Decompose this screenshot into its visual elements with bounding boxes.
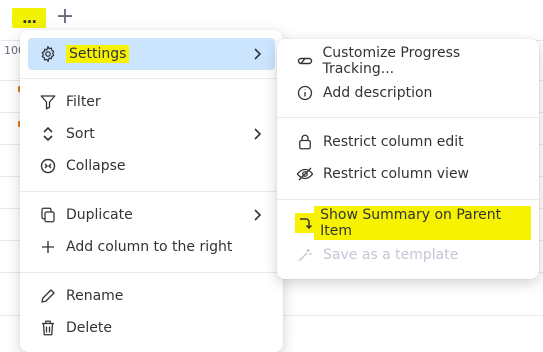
menu-item-label: Filter [66, 94, 101, 110]
submenu-item-save-template: Save as a template [285, 239, 531, 271]
submenu-item-label: Restrict column edit [323, 134, 464, 150]
plus-icon [38, 237, 58, 257]
submenu-item-label: Show Summary on Parent Item [314, 206, 531, 240]
menu-item-collapse[interactable]: Collapse [28, 150, 275, 182]
submenu-item-label: Customize Progress Tracking... [322, 45, 461, 77]
menu-separator [20, 191, 283, 192]
menu-item-filter[interactable]: Filter [28, 86, 275, 118]
collapse-icon [38, 156, 58, 176]
menu-item-delete[interactable]: Delete [28, 312, 275, 344]
duplicate-icon [38, 205, 58, 225]
menu-item-label: Add column to the right [66, 239, 233, 255]
column-menu-button[interactable]: ... [12, 8, 46, 28]
menu-item-add-column-right[interactable]: Add column to the right [28, 231, 275, 263]
submenu-item-label: Save as a template [323, 247, 459, 263]
menu-separator [20, 272, 283, 273]
filter-icon [38, 92, 58, 112]
summary-arrow-icon [295, 213, 315, 233]
menu-item-rename[interactable]: Rename [28, 280, 275, 312]
chevron-right-icon [249, 207, 265, 223]
submenu-item-show-summary[interactable]: Show Summary on Parent Item [285, 206, 531, 240]
chevron-right-icon [249, 46, 265, 62]
lock-icon [295, 132, 315, 152]
magic-wand-icon [295, 245, 315, 265]
add-column-button[interactable]: + [55, 5, 75, 29]
submenu-item-restrict-edit[interactable]: Restrict column edit [285, 126, 531, 158]
gear-icon [38, 44, 58, 64]
submenu-item-customize-progress[interactable]: Customize Progress Tracking... [285, 45, 531, 77]
column-context-menu: Settings Filter Sort Collapse Duplicate [20, 30, 283, 352]
chevron-right-icon [249, 126, 265, 142]
info-icon [295, 83, 315, 103]
submenu-item-restrict-view[interactable]: Restrict column view [285, 158, 531, 190]
menu-item-sort[interactable]: Sort [28, 118, 275, 150]
trash-icon [38, 318, 58, 338]
settings-submenu: Customize Progress Tracking... Add descr… [277, 39, 539, 279]
menu-item-duplicate[interactable]: Duplicate [28, 199, 275, 231]
progress-icon [295, 51, 315, 71]
menu-separator [277, 199, 539, 200]
eye-off-icon [295, 164, 315, 184]
menu-separator [277, 117, 539, 118]
sort-icon [38, 124, 58, 144]
pencil-icon [38, 286, 58, 306]
submenu-item-label: Add description [323, 85, 433, 101]
submenu-item-label: Restrict column view [323, 166, 470, 182]
menu-item-settings[interactable]: Settings [28, 38, 275, 70]
submenu-item-add-description[interactable]: Add description [285, 77, 531, 109]
menu-item-label: Rename [66, 288, 124, 304]
menu-item-label: Duplicate [66, 207, 133, 223]
menu-item-label: Settings [66, 45, 130, 63]
menu-item-label: Delete [66, 320, 112, 336]
menu-item-label: Collapse [66, 158, 126, 174]
menu-separator [20, 78, 283, 79]
menu-item-label: Sort [66, 126, 95, 142]
